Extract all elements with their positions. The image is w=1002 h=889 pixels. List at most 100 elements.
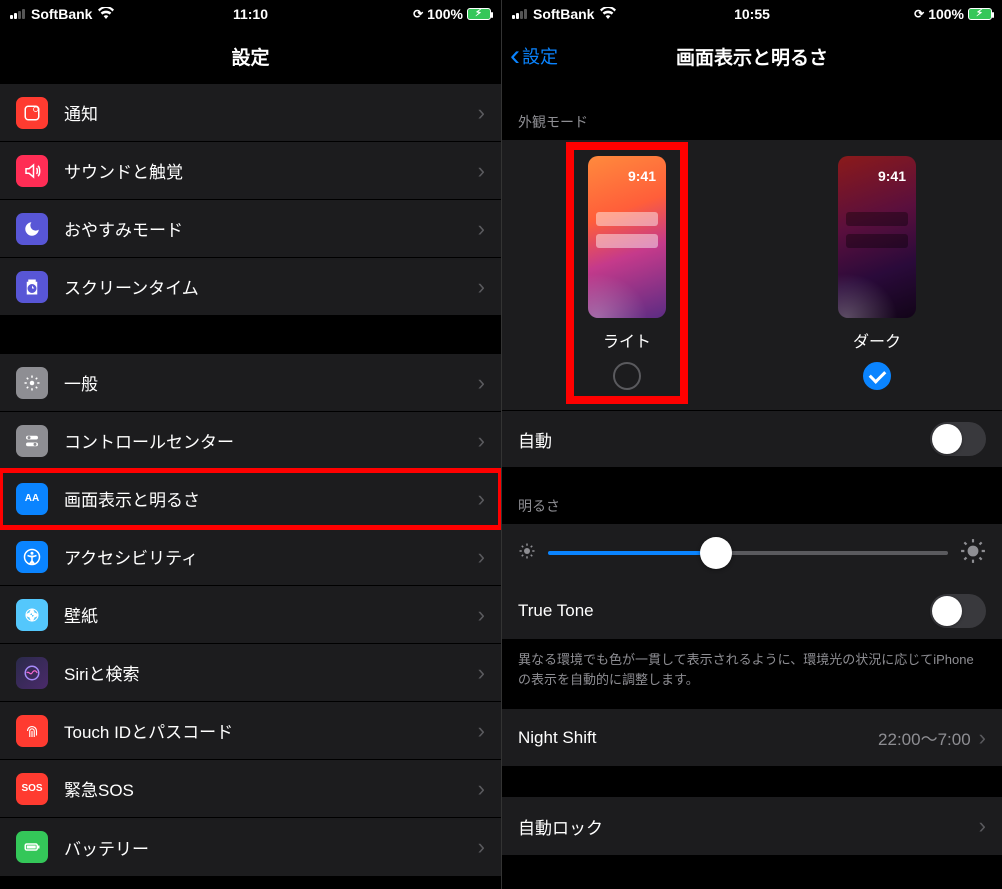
settings-root-screen: SoftBank 11:10 ⟳ 100% ⚡︎ 設定 通知 › サウンドと触覚… — [0, 0, 501, 889]
row-label: サウンドと触覚 — [64, 158, 478, 183]
brightness-slider-row — [502, 524, 1002, 582]
wifi-icon — [98, 6, 114, 22]
wallpaper-icon — [16, 599, 48, 631]
clock: 11:10 — [170, 6, 330, 22]
rotation-lock-icon: ⟳ — [413, 7, 423, 21]
row-wallpaper[interactable]: 壁紙 › — [0, 586, 501, 644]
light-radio[interactable] — [613, 362, 641, 390]
sos-icon: SOS — [16, 773, 48, 805]
row-label: Siriと検索 — [64, 660, 478, 685]
section-header-brightness: 明るさ — [502, 468, 1002, 524]
row-label: バッテリー — [64, 835, 478, 860]
chevron-right-icon: › — [478, 216, 485, 242]
status-bar: SoftBank 11:10 ⟳ 100% ⚡︎ — [0, 0, 501, 28]
status-bar: SoftBank 10:55 ⟳ 100% ⚡︎ — [502, 0, 1002, 28]
row-sos[interactable]: SOS 緊急SOS › — [0, 760, 501, 818]
chevron-right-icon: › — [478, 274, 485, 300]
touchid-icon — [16, 715, 48, 747]
display-icon: AA — [16, 483, 48, 515]
signal-icon — [10, 9, 25, 19]
row-label: 緊急SOS — [64, 776, 478, 801]
battery-percent: 100% — [928, 6, 964, 22]
row-label: おやすみモード — [64, 216, 478, 241]
page-title: 画面表示と明るさ — [676, 43, 828, 70]
row-screentime[interactable]: スクリーンタイム › — [0, 258, 501, 316]
page-title: 設定 — [231, 43, 269, 70]
dark-radio[interactable] — [863, 362, 891, 390]
carrier-label: SoftBank — [31, 6, 92, 22]
row-label: 壁紙 — [64, 602, 478, 627]
light-label: ライト — [603, 328, 651, 352]
chevron-right-icon: › — [979, 725, 986, 751]
row-label: Touch IDとパスコード — [64, 718, 478, 743]
battery-icon: ⚡︎ — [968, 8, 992, 20]
nightshift-detail: 22:00〜7:00 — [878, 725, 971, 750]
row-control-center[interactable]: コントロールセンター › — [0, 412, 501, 470]
chevron-right-icon: › — [478, 158, 485, 184]
appearance-block: 9:41 ライト 9:41 ダーク — [502, 140, 1002, 410]
chevron-right-icon: › — [478, 370, 485, 396]
row-nightshift[interactable]: Night Shift 22:00〜7:00 › — [502, 709, 1002, 767]
back-label: 設定 — [522, 43, 558, 69]
sun-small-icon — [518, 542, 536, 565]
accessibility-icon — [16, 541, 48, 573]
chevron-right-icon: › — [478, 834, 485, 860]
wifi-icon — [600, 6, 616, 22]
row-label: 一般 — [64, 370, 478, 395]
nav-header: ‹ 設定 画面表示と明るさ — [502, 28, 1002, 84]
battery-icon: ⚡︎ — [467, 8, 491, 20]
chevron-right-icon: › — [478, 100, 485, 126]
truetone-description: 異なる環境でも色が一貫して表示されるように、環境光の状況に応じてiPhoneの表… — [502, 640, 1002, 709]
dark-preview: 9:41 — [838, 156, 916, 318]
control-center-icon — [16, 425, 48, 457]
auto-toggle[interactable] — [930, 422, 986, 456]
row-battery[interactable]: バッテリー › — [0, 818, 501, 876]
signal-icon — [512, 9, 527, 19]
row-label: コントロールセンター — [64, 428, 478, 453]
sounds-icon — [16, 155, 48, 187]
chevron-right-icon: › — [478, 544, 485, 570]
preview-time: 9:41 — [878, 168, 906, 184]
row-notifications[interactable]: 通知 › — [0, 84, 501, 142]
row-display-brightness[interactable]: AA 画面表示と明るさ › — [0, 470, 501, 528]
row-touchid[interactable]: Touch IDとパスコード › — [0, 702, 501, 760]
row-truetone[interactable]: True Tone — [502, 582, 1002, 640]
auto-label: 自動 — [518, 427, 930, 452]
clock: 10:55 — [672, 6, 832, 22]
truetone-label: True Tone — [518, 601, 930, 621]
chevron-right-icon: › — [478, 602, 485, 628]
light-preview: 9:41 — [588, 156, 666, 318]
truetone-toggle[interactable] — [930, 594, 986, 628]
row-siri[interactable]: Siriと検索 › — [0, 644, 501, 702]
appearance-option-light[interactable]: 9:41 ライト — [588, 156, 666, 390]
row-label: アクセシビリティ — [64, 544, 478, 569]
brightness-slider[interactable] — [548, 551, 948, 555]
siri-icon — [16, 657, 48, 689]
row-autolock[interactable]: 自動ロック › — [502, 797, 1002, 855]
notifications-icon — [16, 97, 48, 129]
row-label: 通知 — [64, 100, 478, 125]
chevron-right-icon: › — [478, 486, 485, 512]
slider-thumb[interactable] — [700, 537, 732, 569]
section-header-appearance: 外観モード — [502, 84, 1002, 140]
general-icon — [16, 367, 48, 399]
row-sounds[interactable]: サウンドと触覚 › — [0, 142, 501, 200]
row-label: スクリーンタイム — [64, 274, 478, 299]
screentime-icon — [16, 271, 48, 303]
dark-label: ダーク — [853, 328, 901, 352]
carrier-label: SoftBank — [533, 6, 594, 22]
battery-row-icon — [16, 831, 48, 863]
row-auto[interactable]: 自動 — [502, 410, 1002, 468]
row-dnd[interactable]: おやすみモード › — [0, 200, 501, 258]
row-label: 画面表示と明るさ — [64, 486, 478, 511]
appearance-option-dark[interactable]: 9:41 ダーク — [838, 156, 916, 390]
nav-header: 設定 — [0, 28, 501, 84]
back-button[interactable]: ‹ 設定 — [510, 41, 558, 71]
chevron-left-icon: ‹ — [510, 41, 520, 71]
row-general[interactable]: 一般 › — [0, 354, 501, 412]
chevron-right-icon: › — [478, 660, 485, 686]
chevron-right-icon: › — [478, 718, 485, 744]
dnd-icon — [16, 213, 48, 245]
chevron-right-icon: › — [478, 428, 485, 454]
row-accessibility[interactable]: アクセシビリティ › — [0, 528, 501, 586]
